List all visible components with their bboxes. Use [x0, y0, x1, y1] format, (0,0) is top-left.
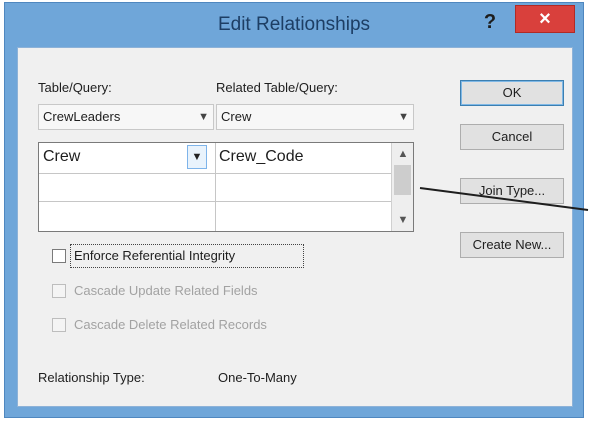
- annotation-leader-line: [419, 187, 589, 211]
- screenshot-frame: Edit Relationships ? × Table/Query: Rela…: [0, 0, 590, 424]
